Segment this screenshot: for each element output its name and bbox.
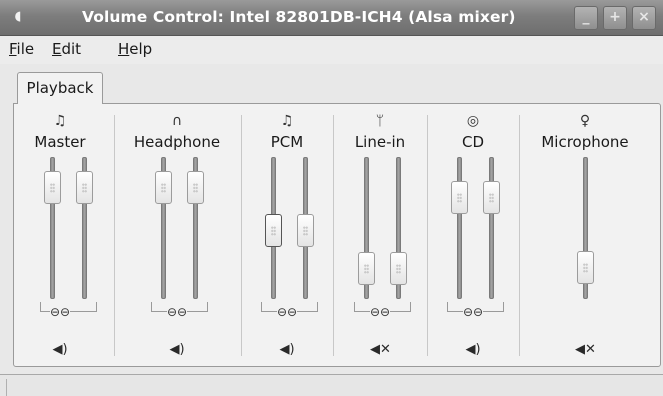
headphones-icon: ∩ <box>171 113 183 129</box>
menu-file[interactable]: File <box>9 40 34 58</box>
volume-slider-track-cd-left[interactable] <box>457 157 462 299</box>
statusbar-divider <box>6 379 7 396</box>
volume-slider-handle-line-in-right[interactable] <box>390 251 407 285</box>
volume-slider-handle-microphone[interactable] <box>577 250 594 284</box>
speaker-icon[interactable]: ◀) <box>167 342 187 358</box>
channel-label-headphone: Headphone <box>133 133 221 151</box>
speaker-muted-icon[interactable]: ◀✕ <box>370 342 391 358</box>
grip-dots-icon <box>583 262 588 273</box>
speaker-icon[interactable]: ◀) <box>50 342 70 358</box>
speaker-icon: ◖ <box>14 9 22 24</box>
volume-slider-handle-master-left[interactable] <box>44 171 61 205</box>
volume-slider-handle-line-in-left[interactable] <box>358 251 375 285</box>
volume-slider-handle-headphone-right[interactable] <box>187 171 204 205</box>
chain-link-icon[interactable]: ⊖⊖ <box>463 306 483 318</box>
grip-dots-icon <box>364 263 369 274</box>
menubar: File Edit Help <box>0 36 663 64</box>
tab-playback[interactable]: Playback <box>17 72 103 104</box>
grip-dots-icon <box>161 183 166 194</box>
menu-help[interactable]: Help <box>118 40 152 58</box>
volume-slider-handle-cd-right[interactable] <box>483 180 500 214</box>
volume-slider-handle-cd-left[interactable] <box>451 180 468 214</box>
menu-edit[interactable]: Edit <box>52 40 81 58</box>
speaker-icon[interactable]: ◀) <box>277 342 297 358</box>
chain-link-icon[interactable]: ⊖⊖ <box>370 306 390 318</box>
channel-separator <box>241 115 242 356</box>
chain-link-icon[interactable]: ⊖⊖ <box>277 306 297 318</box>
statusbar <box>0 374 663 396</box>
grip-dots-icon <box>396 263 401 274</box>
channel-label-cd: CD <box>461 133 485 151</box>
grip-dots-icon <box>50 183 55 194</box>
channel-separator <box>427 115 428 356</box>
music-note-icon: ♫ <box>280 113 294 129</box>
volume-slider-handle-pcm-left[interactable] <box>265 213 282 247</box>
volume-slider-handle-pcm-right[interactable] <box>297 213 314 247</box>
channel-separator <box>114 115 115 356</box>
minimize-button[interactable]: _ <box>574 6 598 30</box>
line-in-plug-icon: ᛘ <box>375 113 385 129</box>
volume-slider-handle-master-right[interactable] <box>76 171 93 205</box>
channel-label-microphone: Microphone <box>541 133 629 151</box>
music-note-icon: ♫ <box>53 113 67 129</box>
grip-dots-icon <box>271 225 276 236</box>
grip-dots-icon <box>457 192 462 203</box>
channel-separator <box>519 115 520 356</box>
window-titlebar[interactable]: ◖ Volume Control: Intel 82801DB-ICH4 (Al… <box>0 0 663 36</box>
channel-separator <box>333 115 334 356</box>
chain-link-icon[interactable]: ⊖⊖ <box>50 306 70 318</box>
grip-dots-icon <box>193 183 198 194</box>
microphone-icon: ♀ <box>579 113 591 129</box>
volume-slider-track-cd-right[interactable] <box>489 157 494 299</box>
speaker-muted-icon[interactable]: ◀✕ <box>575 342 596 358</box>
window-title: Volume Control: Intel 82801DB-ICH4 (Alsa… <box>82 8 516 26</box>
grip-dots-icon <box>489 192 494 203</box>
channel-label-master: Master <box>34 133 86 151</box>
grip-dots-icon <box>303 225 308 236</box>
speaker-icon[interactable]: ◀) <box>463 342 483 358</box>
grip-dots-icon <box>82 183 87 194</box>
cd-icon: ◎ <box>466 113 480 129</box>
maximize-button[interactable]: + <box>603 6 627 30</box>
close-button[interactable]: × <box>632 6 656 30</box>
chain-link-icon[interactable]: ⊖⊖ <box>167 306 187 318</box>
volume-slider-handle-headphone-left[interactable] <box>155 171 172 205</box>
